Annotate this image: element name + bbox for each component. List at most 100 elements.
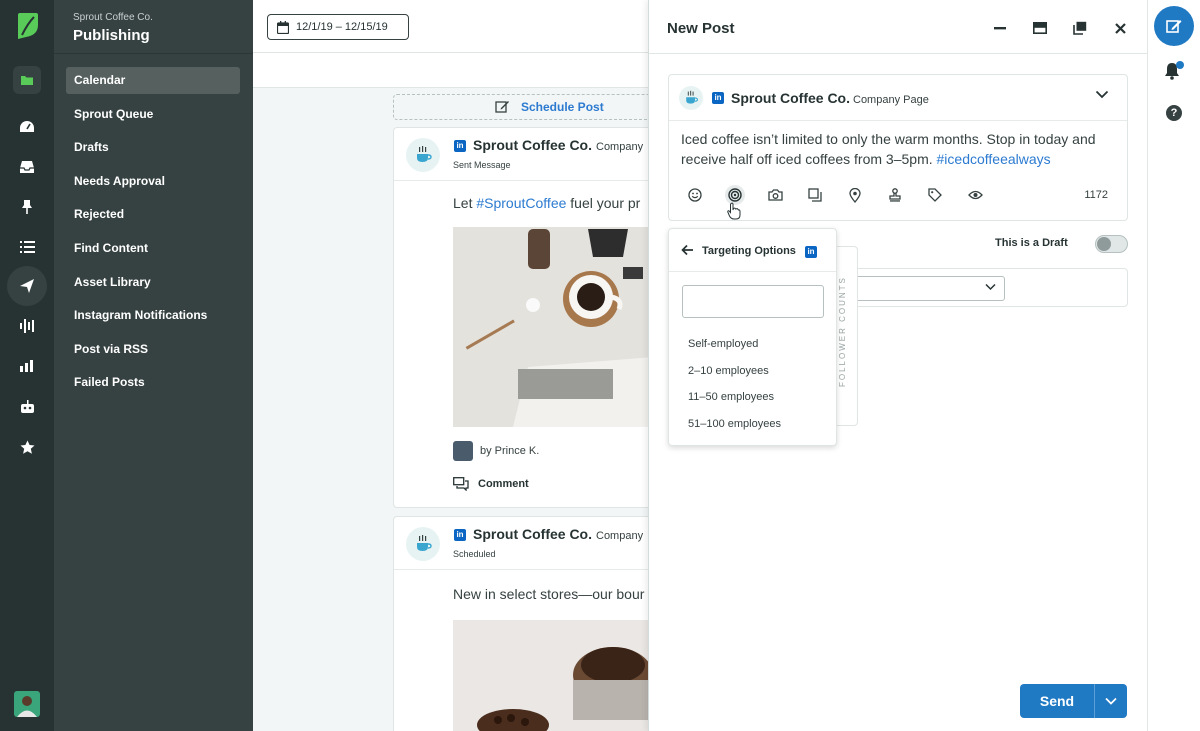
post-card-sent[interactable]: in Sprout Coffee Co. Company Sent Message… [393,127,648,508]
post-byline: by Prince K. [453,441,539,461]
top-toolbar: 12/1/19 – 12/15/19 [253,0,648,53]
minimize-button[interactable] [990,18,1010,38]
sidebar-item-asset-library[interactable]: Asset Library [66,269,240,296]
targeting-title: Targeting Options [702,245,796,257]
post-card-scheduled[interactable]: in Sprout Coffee Co. Company Scheduled Ne… [393,516,648,731]
emoji-icon[interactable] [685,185,705,205]
targeting-header: Targeting Options in [669,229,836,272]
dock-button[interactable] [1030,18,1050,38]
chevron-down-icon[interactable] [1095,90,1109,99]
comment-icon [453,477,469,491]
notification-dot [1176,61,1184,69]
comment-button[interactable]: Comment [453,477,529,491]
targeting-option-list: Self-employed 2–10 employees 11–50 emplo… [688,337,781,444]
sidebar-item-find-content[interactable]: Find Content [66,235,240,262]
profile-name: Sprout Coffee Co. Company Page [731,90,929,106]
date-range-label: 12/1/19 – 12/15/19 [296,21,388,33]
send-options-button[interactable] [1094,684,1127,718]
user-avatar[interactable] [14,691,40,717]
profile-name: Sprout Coffee Co. Company [473,137,644,153]
close-icon [1114,22,1126,34]
location-icon[interactable] [845,185,865,205]
schedule-post-label: Schedule Post [521,100,604,114]
media-library-icon[interactable] [805,185,825,205]
sidebar-item-failed-posts[interactable]: Failed Posts [66,369,240,396]
folder-icon[interactable] [13,66,41,94]
sidebar: Sprout Coffee Co. Publishing Calendar Sp… [54,0,253,731]
schedule-post-button[interactable]: Schedule Post [393,94,648,120]
post-text: New in select stores—our bour [453,586,645,602]
hashtag-link[interactable]: #icedcoffeealways [937,151,1051,167]
linkedin-icon: in [454,529,466,541]
targeting-option-2-10[interactable]: 2–10 employees [688,364,781,391]
sidebar-nav: Calendar Sprout Queue Drafts Needs Appro… [66,67,240,403]
profile-name: Sprout Coffee Co. Company [473,526,644,542]
sidebar-item-drafts[interactable]: Drafts [66,134,240,161]
list-icon[interactable] [7,227,47,267]
sidebar-item-instagram-notifications[interactable]: Instagram Notifications [66,302,240,329]
post-status: Sent Message [453,160,511,170]
linkedin-icon: in [805,246,817,258]
section-title: Publishing [73,27,150,44]
sprout-logo[interactable] [14,11,40,41]
draft-toggle[interactable] [1095,235,1128,253]
listening-icon[interactable] [7,306,47,346]
stamp-icon[interactable] [885,185,905,205]
character-count: 1172 [1084,189,1108,201]
popout-icon [1073,21,1087,35]
camera-icon[interactable] [765,185,785,205]
follower-counts-label: FOLLOWER COUNTS [838,276,847,387]
star-icon[interactable] [7,427,47,467]
coffee-logo-icon [679,86,703,110]
pin-icon[interactable] [7,187,47,227]
help-icon[interactable]: ? [1166,105,1182,121]
author-avatar [453,441,473,461]
post-card-header: in Sprout Coffee Co. Company Scheduled [394,517,648,570]
tag-icon[interactable] [925,185,945,205]
options-select[interactable] [855,276,1005,301]
sidebar-item-needs-approval[interactable]: Needs Approval [66,168,240,195]
targeting-option-51-100[interactable]: 51–100 employees [688,417,781,444]
profile-selector[interactable]: in Sprout Coffee Co. Company Page [669,75,1127,121]
sidebar-item-sprout-queue[interactable]: Sprout Queue [66,101,240,128]
chevron-down-icon [1105,697,1117,705]
date-range-picker[interactable]: 12/1/19 – 12/15/19 [267,14,409,40]
sidebar-item-rejected[interactable]: Rejected [66,201,240,228]
sidebar-item-calendar[interactable]: Calendar [66,67,240,94]
publishing-send-icon[interactable] [7,266,47,306]
bot-icon[interactable] [7,387,47,427]
hashtag-link[interactable]: #SproutCoffee [476,195,566,211]
reports-icon[interactable] [7,346,47,386]
message-textarea[interactable]: Iced coffee isn’t limited to only the wa… [681,129,1117,169]
targeting-options-popover: Targeting Options in Self-employed 2–10 … [668,228,837,446]
draft-label: This is a Draft [995,237,1068,249]
post-image[interactable] [453,227,648,427]
send-button[interactable]: Send [1020,684,1094,718]
popout-button[interactable] [1070,18,1090,38]
targeting-search-input[interactable] [682,285,824,318]
close-button[interactable] [1110,18,1130,38]
panel-header-divider [649,53,1148,54]
profile-type: Company [596,530,644,542]
targeting-option-self-employed[interactable]: Self-employed [688,337,781,364]
back-arrow-icon[interactable] [681,244,694,256]
post-image[interactable] [453,620,648,731]
sidebar-divider [54,53,253,54]
coffee-logo-icon [406,138,440,172]
author-name: by Prince K. [480,445,540,457]
org-name: Sprout Coffee Co. [73,12,153,23]
follower-counts-tab[interactable]: FOLLOWER COUNTS [836,246,858,426]
preview-eye-icon[interactable] [965,185,985,205]
compose-button[interactable] [1154,6,1194,46]
sidebar-item-post-via-rss[interactable]: Post via RSS [66,336,240,363]
new-post-panel: New Post in Sprout Coffee Co. Company Pag… [648,0,1148,731]
coffee-logo-icon [406,527,440,561]
hand-cursor-icon [727,202,741,220]
right-rail: ? [1147,0,1200,731]
targeting-option-11-50[interactable]: 11–50 employees [688,390,781,417]
dashboard-icon[interactable] [7,107,47,147]
post-status: Scheduled [453,549,496,559]
post-card-header: in Sprout Coffee Co. Company Sent Message [394,128,648,181]
inbox-icon[interactable] [7,147,47,187]
brand-header: Sprout Coffee Co. Publishing [73,12,153,44]
